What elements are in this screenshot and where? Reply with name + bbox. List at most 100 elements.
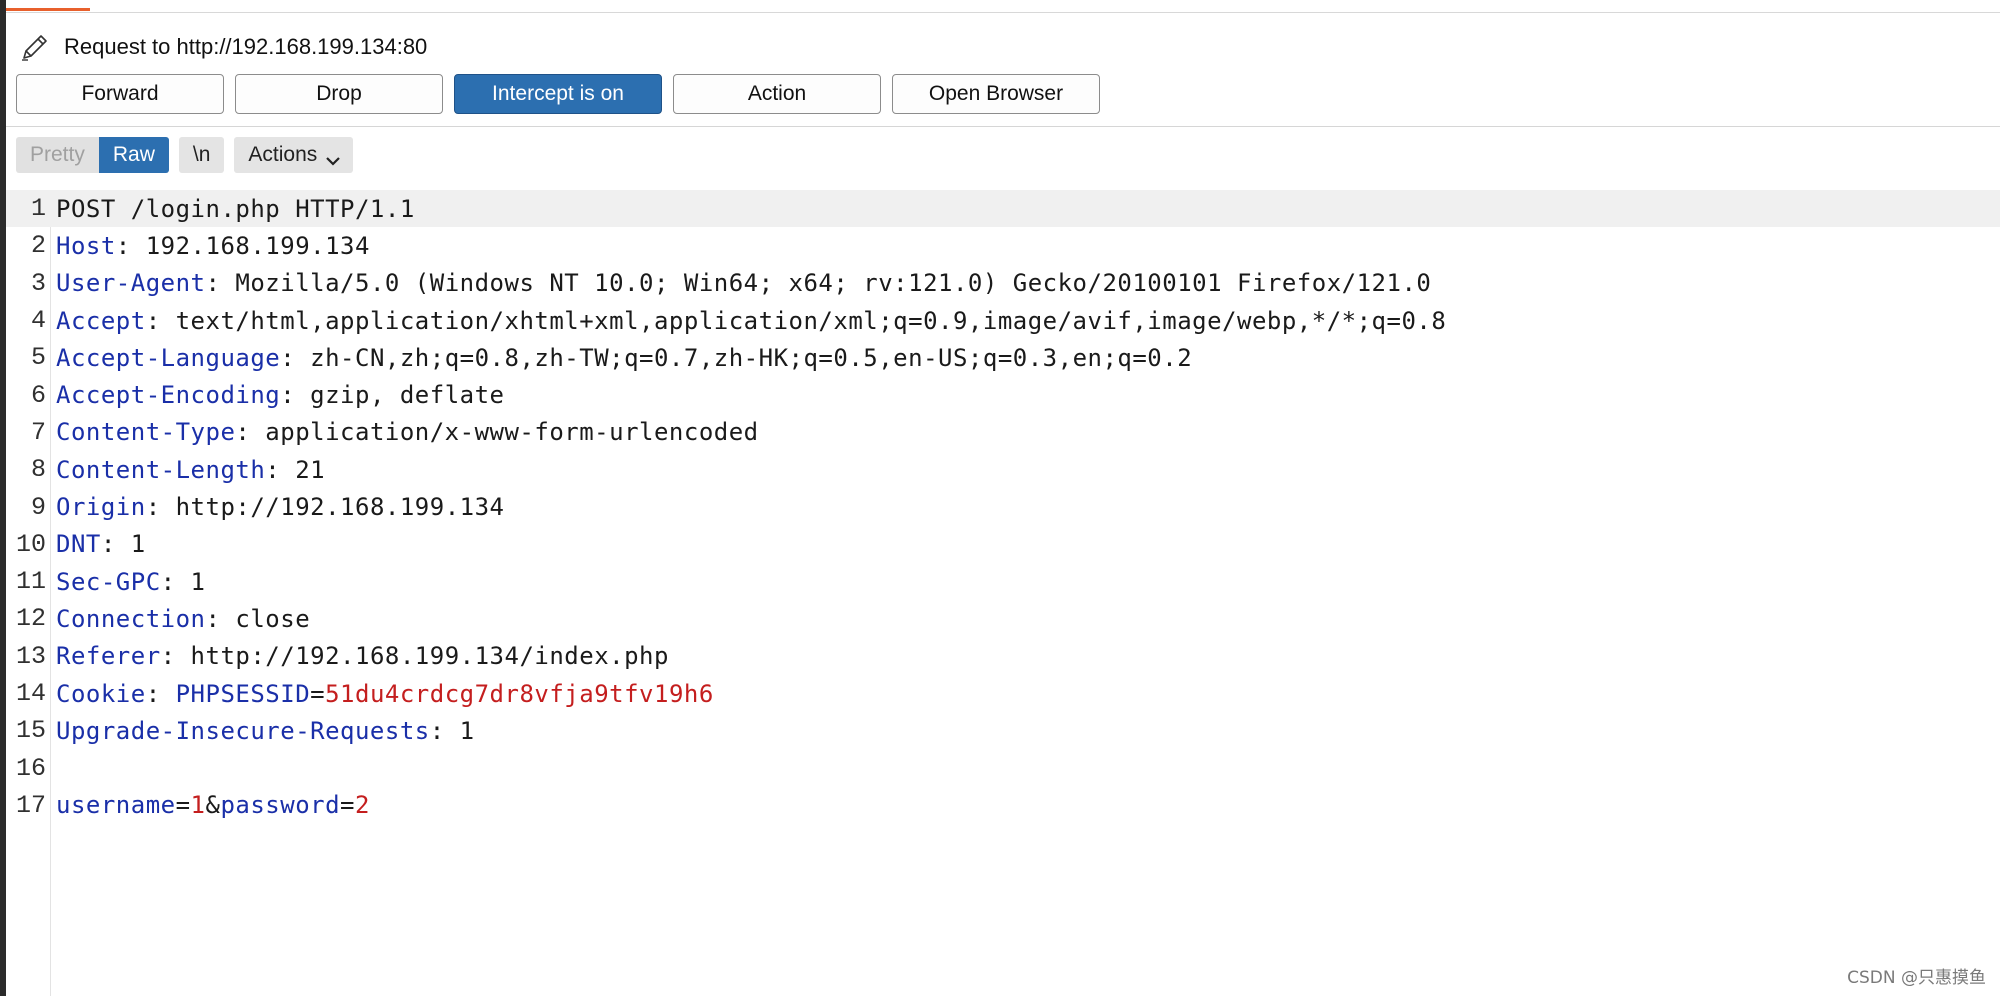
- header-value: close: [220, 604, 311, 633]
- editor-line: 13 Referer: http://192.168.199.134/index…: [6, 638, 2000, 675]
- header-name: User-Agent: [56, 269, 206, 298]
- header-name: Content-Length: [56, 455, 266, 484]
- tab-strip: [6, 0, 2000, 13]
- header-name: Content-Type: [56, 418, 236, 447]
- header-name: Origin: [56, 493, 146, 522]
- header-name: DNT: [56, 530, 101, 559]
- header-line: DNT: 1: [56, 530, 146, 559]
- intercept-toolbar: Forward Drop Intercept is on Action Open…: [16, 74, 1100, 114]
- forward-button[interactable]: Forward: [16, 74, 224, 114]
- header-value: zh-CN,zh;q=0.8,zh-TW;q=0.7,zh-HK;q=0.5,e…: [295, 343, 1193, 372]
- active-tab-indicator: [6, 8, 90, 11]
- tab-raw[interactable]: Raw: [98, 137, 169, 173]
- editor-line: 6 Accept-Encoding: gzip, deflate: [6, 377, 2000, 414]
- param-name: username: [56, 791, 176, 820]
- line-number: 9: [30, 492, 46, 522]
- editor-line: 2 Host: 192.168.199.134: [6, 227, 2000, 264]
- header-name: Cookie: [56, 679, 146, 708]
- line-number: 3: [30, 268, 46, 298]
- header-line: Accept: text/html,application/xhtml+xml,…: [56, 306, 1447, 335]
- param-name: password: [220, 791, 341, 820]
- show-newlines-button[interactable]: \n: [178, 137, 225, 173]
- header-line: Referer: http://192.168.199.134/index.ph…: [56, 642, 669, 671]
- actions-dropdown[interactable]: Actions: [234, 137, 354, 173]
- line-number: 13: [15, 641, 46, 671]
- editor-line: 8 Content-Length: 21: [6, 451, 2000, 488]
- editor-line: 4 Accept: text/html,application/xhtml+xm…: [6, 302, 2000, 339]
- header-value: 1: [175, 567, 206, 596]
- line-number: 10: [15, 529, 46, 559]
- header-line: Accept-Encoding: gzip, deflate: [56, 381, 505, 410]
- line-number: 2: [30, 231, 46, 261]
- editor-line: 10 DNT: 1: [6, 526, 2000, 563]
- action-button[interactable]: Action: [673, 74, 881, 114]
- watermark: CSDN @只惠摸鱼: [1847, 968, 1986, 988]
- line-number: 6: [30, 380, 46, 410]
- line-number: 12: [15, 604, 46, 634]
- cookie-header-line: Cookie: PHPSESSID=51du4crdcg7dr8vfja9tfv…: [56, 679, 714, 708]
- editor-line: 1 POST /login.php HTTP/1.1: [6, 190, 2000, 228]
- editor-line: 7 Content-Type: application/x-www-form-u…: [6, 414, 2000, 451]
- cookie-value: 51du4crdcg7dr8vfja9tfv19h6: [325, 679, 714, 708]
- open-browser-button[interactable]: Open Browser: [892, 74, 1100, 114]
- body-params-line: username=1&password=2: [56, 791, 370, 820]
- header-line: Origin: http://192.168.199.134: [56, 493, 505, 522]
- request-line-text: POST /login.php HTTP/1.1: [56, 194, 415, 223]
- pencil-icon[interactable]: [18, 30, 52, 64]
- header-line: Content-Length: 21: [56, 455, 326, 484]
- header-value: 1: [444, 716, 475, 745]
- editor-line: 16: [6, 750, 2000, 787]
- request-line: POST /login.php HTTP/1.1: [56, 195, 415, 223]
- editor-line: 9 Origin: http://192.168.199.134: [6, 488, 2000, 525]
- actions-dropdown-label: Actions: [248, 143, 318, 166]
- header-value: 192.168.199.134: [130, 231, 370, 260]
- header-line: Upgrade-Insecure-Requests: 1: [56, 716, 475, 745]
- header-line: Content-Type: application/x-www-form-url…: [56, 418, 759, 447]
- line-number: 17: [15, 790, 46, 820]
- chevron-down-icon: [325, 149, 341, 166]
- request-header: Request to http://192.168.199.134:80: [18, 30, 427, 64]
- header-name: Upgrade-Insecure-Requests: [56, 716, 430, 745]
- header-name: Sec-GPC: [56, 567, 161, 596]
- header-line: Connection: close: [56, 604, 311, 633]
- header-name: Referer: [56, 642, 161, 671]
- line-number: 7: [30, 417, 46, 447]
- message-view-tabs: Pretty Raw \n Actions: [16, 137, 354, 173]
- header-name: Accept-Language: [56, 343, 281, 372]
- line-number: 11: [15, 567, 46, 597]
- raw-request-editor[interactable]: 1 POST /login.php HTTP/1.1 2 Host: 192.1…: [6, 190, 2000, 996]
- line-number: 1: [30, 194, 46, 224]
- line-number: 16: [15, 753, 46, 783]
- tab-pretty[interactable]: Pretty: [16, 137, 99, 173]
- header-value: http://192.168.199.134/index.php: [175, 642, 669, 671]
- editor-line: 15 Upgrade-Insecure-Requests: 1: [6, 712, 2000, 749]
- line-number: 15: [15, 716, 46, 746]
- intercept-toggle-button[interactable]: Intercept is on: [454, 74, 662, 114]
- header-name: Accept-Encoding: [56, 381, 281, 410]
- header-value: 21: [280, 455, 326, 484]
- editor-line: 5 Accept-Language: zh-CN,zh;q=0.8,zh-TW;…: [6, 339, 2000, 376]
- drop-button[interactable]: Drop: [235, 74, 443, 114]
- line-number: 4: [30, 306, 46, 336]
- header-line: Sec-GPC: 1: [56, 567, 206, 596]
- header-value: http://192.168.199.134: [160, 493, 505, 522]
- divider: [6, 126, 2000, 127]
- editor-line: 12 Connection: close: [6, 600, 2000, 637]
- line-number: 8: [30, 455, 46, 485]
- header-line: User-Agent: Mozilla/5.0 (Windows NT 10.0…: [56, 269, 1432, 298]
- editor-line: 17 username=1&password=2: [6, 787, 2000, 824]
- editor-line: 14 Cookie: PHPSESSID=51du4crdcg7dr8vfja9…: [6, 675, 2000, 712]
- header-name: Accept: [56, 306, 146, 335]
- line-number: 5: [30, 343, 46, 373]
- cookie-name: PHPSESSID: [175, 679, 311, 708]
- view-mode-segmented: Pretty Raw: [16, 137, 169, 173]
- header-line: Accept-Language: zh-CN,zh;q=0.8,zh-TW;q=…: [56, 343, 1193, 372]
- header-value: gzip, deflate: [295, 381, 505, 410]
- header-value: Mozilla/5.0 (Windows NT 10.0; Win64; x64…: [220, 269, 1432, 298]
- line-number: 14: [15, 679, 46, 709]
- editor-line: 11 Sec-GPC: 1: [6, 563, 2000, 600]
- header-value: 1: [115, 530, 146, 559]
- header-name: Host: [56, 231, 116, 260]
- header-line: Host: 192.168.199.134: [56, 231, 370, 260]
- request-title: Request to http://192.168.199.134:80: [64, 34, 428, 59]
